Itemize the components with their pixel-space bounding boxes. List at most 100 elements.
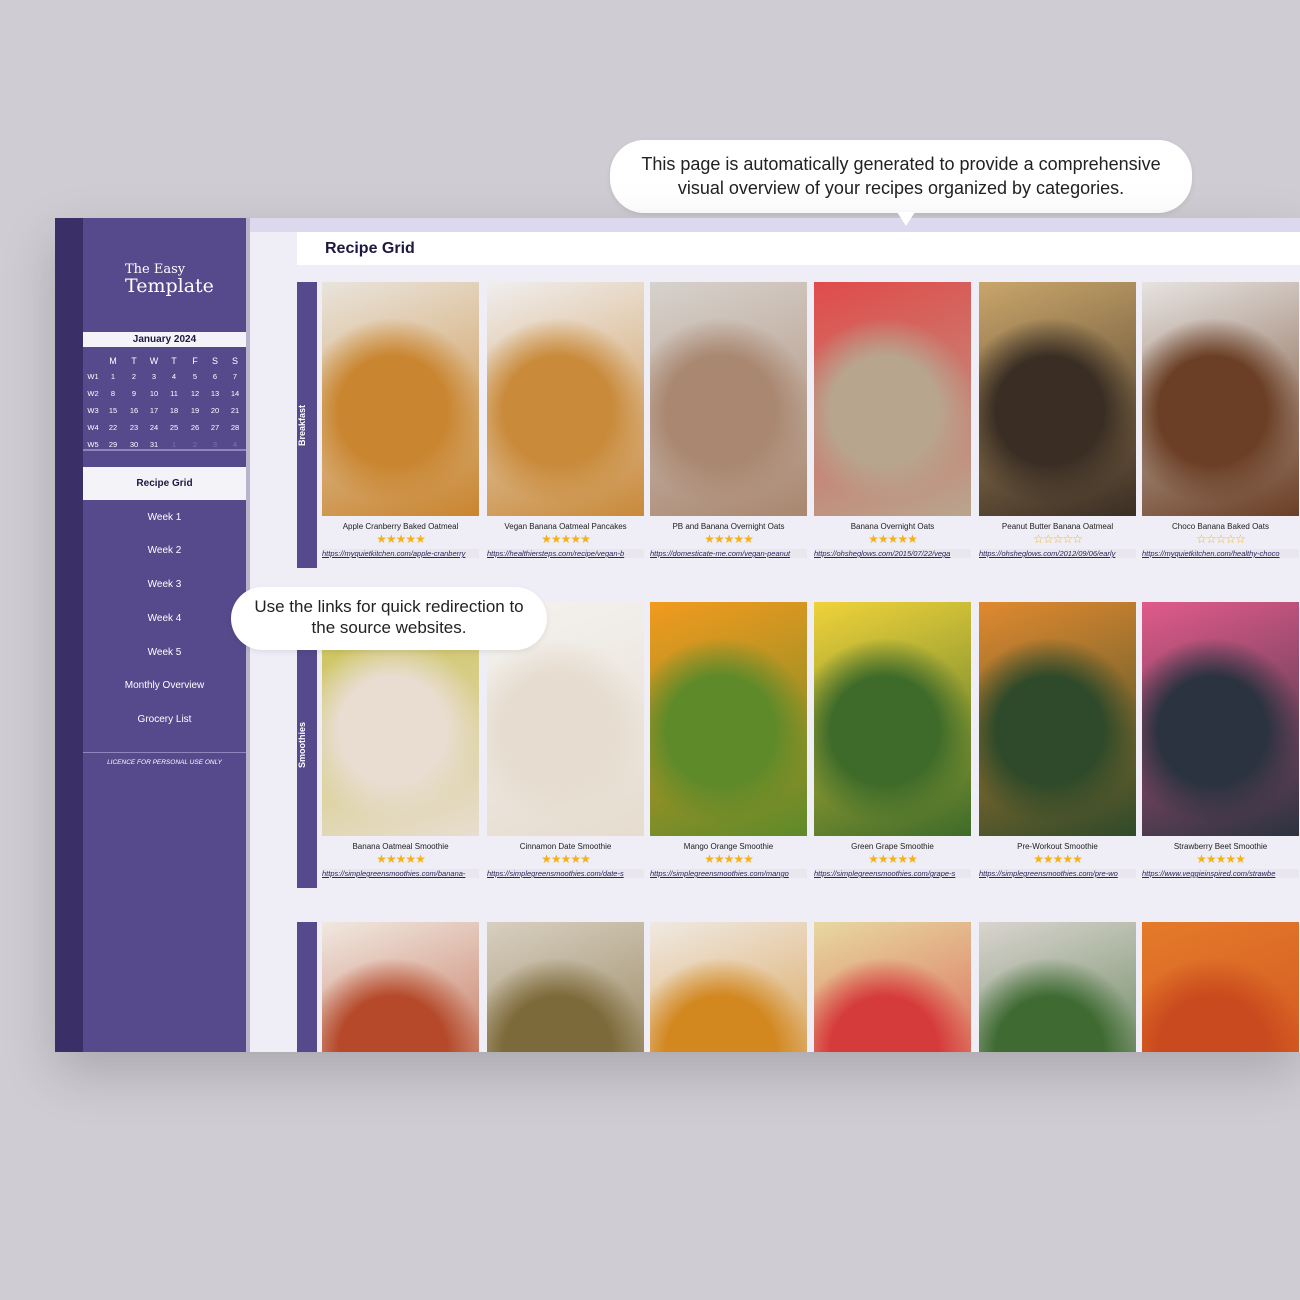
recipe-card	[1142, 922, 1299, 1052]
calendar-day[interactable]: 20	[205, 406, 225, 415]
calendar-day[interactable]: 26	[185, 423, 205, 432]
recipe-link[interactable]: https://simplegreensmoothies.com/mango	[650, 869, 807, 878]
star-rating[interactable]: ★★★★★	[322, 853, 479, 866]
star-rating[interactable]: ★★★★★	[979, 853, 1136, 866]
week-label: W1	[87, 372, 99, 381]
recipe-link[interactable]: https://simplegreensmoothies.com/date-s	[487, 869, 644, 878]
calendar-day[interactable]: 16	[124, 406, 144, 415]
recipe-link[interactable]: https://domesticate-me.com/vegan-peanut	[650, 549, 807, 558]
calendar-day[interactable]: 2	[124, 372, 144, 381]
calendar-day[interactable]: 9	[124, 389, 144, 398]
calendar-day[interactable]: 25	[164, 423, 184, 432]
recipe-title: Vegan Banana Oatmeal Pancakes	[504, 522, 627, 531]
calendar-day[interactable]: 24	[144, 423, 164, 432]
star-rating[interactable]: ★★★★★	[814, 533, 971, 546]
recipe-image[interactable]	[814, 602, 971, 836]
recipe-image[interactable]	[979, 922, 1136, 1052]
sidebar-item-week-3[interactable]: Week 3	[83, 568, 246, 601]
recipe-image[interactable]	[1142, 922, 1299, 1052]
recipe-title: Peanut Butter Banana Oatmeal	[1001, 522, 1114, 531]
calendar-day[interactable]: 3	[144, 372, 164, 381]
recipe-link[interactable]: https://ohsheglows.com/2015/07/22/vega	[814, 549, 971, 558]
star-rating[interactable]: ★★★★★	[814, 853, 971, 866]
calendar-day[interactable]: 4	[164, 372, 184, 381]
sidebar-item-week-5[interactable]: Week 5	[83, 636, 246, 669]
calendar-day[interactable]: 10	[144, 389, 164, 398]
recipe-link[interactable]: https://ohsheglows.com/2012/09/06/early	[979, 549, 1136, 558]
recipe-image[interactable]	[1142, 282, 1299, 516]
calendar-day[interactable]: 29	[103, 440, 123, 449]
calendar-day[interactable]: 23	[124, 423, 144, 432]
star-rating[interactable]: ★★★★★	[650, 533, 807, 546]
calendar-day[interactable]: 14	[225, 389, 245, 398]
calendar-day[interactable]: 31	[144, 440, 164, 449]
recipe-image[interactable]	[650, 922, 807, 1052]
calendar-day[interactable]: 3	[205, 440, 225, 449]
recipe-link[interactable]: https://simplegreensmoothies.com/pre-wo	[979, 869, 1136, 878]
sidebar-item-recipe-grid[interactable]: Recipe Grid	[83, 467, 246, 500]
recipe-image[interactable]	[487, 282, 644, 516]
calendar-day[interactable]: 11	[164, 389, 184, 398]
category-bar: Breakfast	[297, 282, 317, 568]
sidebar-item-monthly-overview[interactable]: Monthly Overview	[83, 669, 246, 702]
recipe-link[interactable]: https://simplegreensmoothies.com/banana-	[322, 869, 479, 878]
callout-links: Use the links for quick redirection to t…	[231, 587, 547, 650]
star-rating[interactable]: ★★★★★	[487, 533, 644, 546]
recipe-image[interactable]	[322, 922, 479, 1052]
recipe-link[interactable]: https://www.veggieinspired.com/strawbe	[1142, 869, 1299, 878]
star-rating[interactable]: ★★★★★	[1142, 853, 1299, 866]
recipe-link[interactable]: https://simplegreensmoothies.com/grape-s	[814, 869, 971, 878]
calendar-day[interactable]: 6	[205, 372, 225, 381]
recipe-image[interactable]	[487, 922, 644, 1052]
star-rating[interactable]: ★★★★★	[650, 853, 807, 866]
calendar-day[interactable]: 22	[103, 423, 123, 432]
sidebar-item-week-4[interactable]: Week 4	[83, 602, 246, 635]
calendar-day[interactable]: 27	[205, 423, 225, 432]
star-rating[interactable]: ☆☆☆☆☆	[1142, 533, 1299, 546]
recipe-title: Banana Overnight Oats	[850, 522, 935, 531]
callout-tail	[897, 212, 915, 226]
recipe-image[interactable]	[322, 282, 479, 516]
calendar-day[interactable]: 12	[185, 389, 205, 398]
callout-overview: This page is automatically generated to …	[610, 140, 1192, 213]
recipe-image[interactable]	[979, 282, 1136, 516]
calendar-day[interactable]: 8	[103, 389, 123, 398]
recipe-title: Choco Banana Baked Oats	[1172, 522, 1269, 531]
star-rating[interactable]: ☆☆☆☆☆	[979, 533, 1136, 546]
licence-text: LICENCE FOR PERSONAL USE ONLY	[107, 759, 222, 766]
star-rating[interactable]: ★★★★★	[322, 533, 479, 546]
calendar-day[interactable]: 18	[164, 406, 184, 415]
recipe-card	[650, 922, 807, 1052]
calendar-day[interactable]: 1	[103, 372, 123, 381]
calendar-day[interactable]: 28	[225, 423, 245, 432]
recipe-image[interactable]	[814, 282, 971, 516]
calendar-day[interactable]: 30	[124, 440, 144, 449]
star-rating[interactable]: ★★★★★	[487, 853, 644, 866]
recipe-card: Strawberry Beet Smoothie ★★★★★ https://www…	[1142, 602, 1299, 878]
calendar-day[interactable]: 1	[164, 440, 184, 449]
week-label: W2	[87, 389, 99, 398]
calendar-day[interactable]: 5	[185, 372, 205, 381]
calendar-day[interactable]: 13	[205, 389, 225, 398]
recipe-link[interactable]: https://healthiersteps.com/recipe/vegan-…	[487, 549, 644, 558]
calendar-day[interactable]: 15	[103, 406, 123, 415]
recipe-title: Pre-Workout Smoothie	[1017, 842, 1098, 851]
calendar-day[interactable]: 17	[144, 406, 164, 415]
calendar-day[interactable]: 2	[185, 440, 205, 449]
weekday-header: T	[131, 356, 137, 366]
sidebar-item-week-1[interactable]: Week 1	[83, 501, 246, 534]
sidebar-item-grocery-list[interactable]: Grocery List	[83, 703, 246, 736]
calendar-day[interactable]: 7	[225, 372, 245, 381]
recipe-image[interactable]	[1142, 602, 1299, 836]
recipe-image[interactable]	[979, 602, 1136, 836]
calendar-day[interactable]: 19	[185, 406, 205, 415]
recipe-link[interactable]: https://myquietkitchen.com/apple-cranber…	[322, 549, 479, 558]
calendar-day[interactable]: 4	[225, 440, 245, 449]
recipe-image[interactable]	[814, 922, 971, 1052]
sidebar-divider	[83, 752, 246, 753]
recipe-image[interactable]	[650, 282, 807, 516]
sidebar-item-week-2[interactable]: Week 2	[83, 534, 246, 567]
recipe-link[interactable]: https://myquietkitchen.com/healthy-choco	[1142, 549, 1299, 558]
recipe-image[interactable]	[650, 602, 807, 836]
calendar-day[interactable]: 21	[225, 406, 245, 415]
